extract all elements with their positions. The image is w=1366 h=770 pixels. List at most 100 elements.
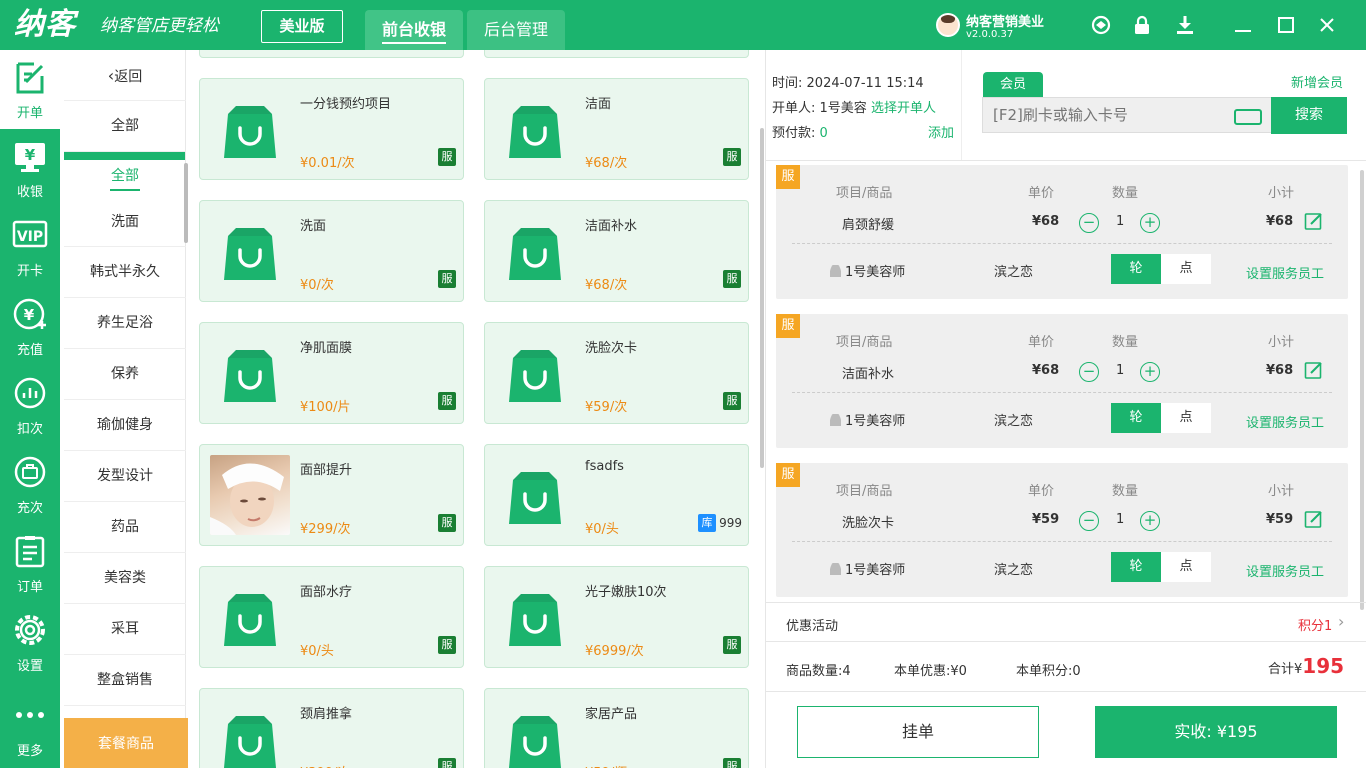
product-scrollbar[interactable]: [760, 128, 764, 468]
sidebar-item-deduct[interactable]: 扣次: [0, 366, 60, 445]
choose-opener-link[interactable]: 选择开单人: [871, 101, 936, 116]
increase-qty-button[interactable]: +: [1140, 213, 1160, 233]
main-sidebar: 开单 ¥ 收银 VIP 开卡 ¥ 充值 扣次 充次 订单 设置 更多: [0, 50, 60, 768]
back-button[interactable]: ‹返回: [64, 50, 186, 101]
category-item[interactable]: 美容类: [64, 553, 186, 604]
category-item[interactable]: 整盒销售: [64, 655, 186, 706]
sidebar-item-cashier[interactable]: ¥ 收银: [0, 129, 60, 208]
order-scrollbar[interactable]: [1360, 170, 1364, 610]
rotation-mode-button[interactable]: 轮: [1111, 254, 1161, 284]
service-badge: 服: [723, 392, 741, 410]
product-card[interactable]: 面部水疗 ¥0/头 服: [199, 566, 464, 668]
card-number-input[interactable]: [982, 97, 1272, 133]
category-item[interactable]: 采耳: [64, 604, 186, 655]
divider: [961, 50, 962, 160]
order-total: 合计¥195: [1268, 654, 1344, 678]
stock-badge: 库: [698, 514, 716, 532]
stock-count: 999: [719, 516, 742, 530]
sidebar-item-open-order[interactable]: 开单: [0, 50, 60, 129]
minimize-icon[interactable]: [1232, 14, 1254, 36]
set-service-staff-link[interactable]: 设置服务员工: [1246, 561, 1324, 580]
promo-row[interactable]: 优惠活动 积分1 ›: [766, 602, 1366, 642]
decrease-qty-button[interactable]: −: [1079, 213, 1099, 233]
line-item-price: ¥59: [1032, 512, 1060, 527]
decrease-qty-button[interactable]: −: [1079, 362, 1099, 382]
subcategory-all[interactable]: 全部: [64, 165, 186, 191]
tab-backend-admin[interactable]: 后台管理: [467, 10, 565, 50]
recharge-icon: ¥: [13, 298, 46, 330]
product-card-partial[interactable]: [484, 50, 749, 58]
appoint-mode-button[interactable]: 点: [1161, 254, 1211, 284]
product-card[interactable]: 洁面补水 ¥68/次 服: [484, 200, 749, 302]
support-icon[interactable]: [1090, 14, 1112, 36]
search-button[interactable]: 搜索: [1271, 97, 1347, 134]
sidebar-item-refill[interactable]: 充次: [0, 445, 60, 524]
keyboard-icon[interactable]: [1234, 109, 1262, 125]
edit-icon[interactable]: [1304, 360, 1324, 380]
product-card[interactable]: 净肌面膜 ¥100/片 服: [199, 322, 464, 424]
product-photo: [210, 455, 290, 535]
appoint-mode-button[interactable]: 点: [1161, 403, 1211, 433]
sidebar-item-open-card[interactable]: VIP 开卡: [0, 208, 60, 287]
subcategory-face-wash[interactable]: 洗面: [64, 209, 186, 247]
tab-member[interactable]: 会员: [983, 72, 1043, 98]
app-version: v2.0.0.37: [966, 29, 1014, 40]
product-card[interactable]: 家居产品 ¥59/瓶 服: [484, 688, 749, 768]
edit-icon[interactable]: [1304, 211, 1324, 231]
download-icon[interactable]: [1174, 14, 1196, 36]
category-label: 全部: [111, 118, 139, 134]
increase-qty-button[interactable]: +: [1140, 511, 1160, 531]
set-service-staff-link[interactable]: 设置服务员工: [1246, 263, 1324, 282]
close-icon[interactable]: [1316, 14, 1338, 36]
product-card[interactable]: 洗面 ¥0/次 服: [199, 200, 464, 302]
product-card[interactable]: 光子嫩肤10次 ¥6999/次 服: [484, 566, 749, 668]
rotation-mode-button[interactable]: 轮: [1111, 403, 1161, 433]
dashed-divider: [792, 392, 1332, 393]
hold-order-button[interactable]: 挂单: [797, 706, 1039, 758]
category-item[interactable]: 瑜伽健身: [64, 400, 186, 451]
points-label: 积分1: [1298, 619, 1333, 634]
product-card[interactable]: 洁面 ¥68/次 服: [484, 78, 749, 180]
service-badge: 服: [438, 392, 456, 410]
maximize-icon[interactable]: [1275, 14, 1297, 36]
sidebar-item-more[interactable]: 更多: [0, 682, 60, 768]
shopping-bag-icon: [224, 228, 276, 280]
increase-qty-button[interactable]: +: [1140, 362, 1160, 382]
product-name: 洁面: [585, 97, 612, 112]
category-item[interactable]: 药品: [64, 502, 186, 553]
edit-icon[interactable]: [1304, 509, 1324, 529]
set-service-staff-link[interactable]: 设置服务员工: [1246, 412, 1324, 431]
add-prepay-link[interactable]: 添加: [928, 122, 954, 141]
product-price: ¥0.01/次: [300, 156, 355, 171]
category-all[interactable]: 全部: [64, 101, 186, 152]
product-card[interactable]: fsadfs ¥0/头 库 999: [484, 444, 749, 546]
sidebar-item-orders[interactable]: 订单: [0, 524, 60, 603]
new-member-link[interactable]: 新增会员: [1291, 72, 1343, 91]
product-card[interactable]: 一分钱预约项目 ¥0.01/次 服: [199, 78, 464, 180]
category-item[interactable]: 韩式半永久: [64, 247, 186, 298]
sidebar-item-recharge[interactable]: ¥ 充值: [0, 287, 60, 366]
appoint-mode-button[interactable]: 点: [1161, 552, 1211, 582]
product-card[interactable]: 颈肩推拿 ¥399/次 服: [199, 688, 464, 768]
product-grid: 一分钱预约项目 ¥0.01/次服洁面 ¥68/次服洗面 ¥0/次服洁面补水 ¥68/次服…: [188, 50, 764, 768]
rotation-mode-button[interactable]: 轮: [1111, 552, 1161, 582]
lock-icon[interactable]: [1131, 14, 1153, 36]
decrease-qty-button[interactable]: −: [1079, 511, 1099, 531]
category-item[interactable]: 发型设计: [64, 451, 186, 502]
product-card[interactable]: 面部提升 ¥299/次 服: [199, 444, 464, 546]
tab-front-cashier[interactable]: 前台收银: [365, 10, 463, 50]
prepay-value: 0: [819, 126, 828, 141]
sidebar-label: 收银: [16, 185, 43, 200]
product-price: ¥0/头: [300, 644, 334, 659]
sidebar-item-settings[interactable]: 设置: [0, 603, 60, 682]
package-products-button[interactable]: 套餐商品: [64, 718, 188, 768]
user-name: 纳客营销美业: [966, 15, 1045, 30]
category-item[interactable]: 养生足浴: [64, 298, 186, 349]
product-card-partial[interactable]: [199, 50, 464, 58]
total-label: 合计: [1268, 662, 1295, 677]
edition-badge: 美业版: [261, 10, 343, 43]
category-item[interactable]: 保养: [64, 349, 186, 400]
pay-button[interactable]: 实收: ¥195: [1095, 706, 1337, 758]
product-name: 洗脸次卡: [585, 341, 638, 356]
product-card[interactable]: 洗脸次卡 ¥59/次 服: [484, 322, 749, 424]
